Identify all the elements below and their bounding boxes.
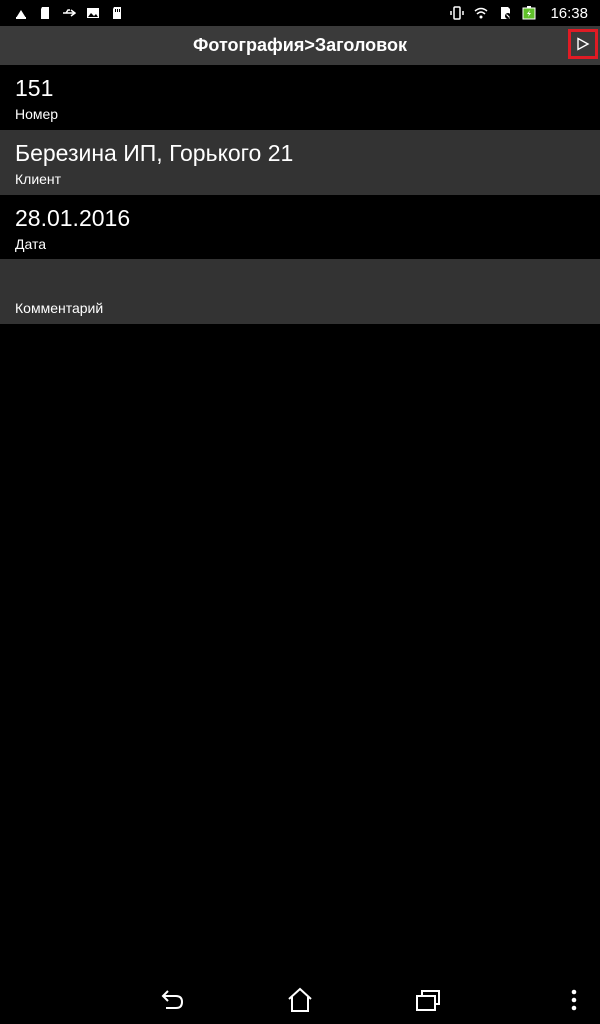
usb-icon	[62, 6, 76, 20]
sd-storage-icon	[110, 6, 124, 20]
back-icon	[161, 990, 184, 1009]
sd-card-icon	[38, 6, 52, 20]
nav-bar	[0, 976, 600, 1024]
field-client-label: Клиент	[15, 171, 62, 187]
status-time: 16:38	[550, 4, 588, 22]
field-comment[interactable]: Комментарий	[0, 259, 600, 324]
overflow-menu-button[interactable]	[559, 986, 589, 1014]
next-button[interactable]	[568, 29, 598, 59]
screen: 16:38 Фотография>Заголовок 151 Номер Бер…	[0, 0, 600, 1024]
recents-icon	[416, 990, 440, 1011]
field-comment-label: Комментарий	[15, 300, 104, 316]
field-date[interactable]: 28.01.2016 Дата	[0, 195, 600, 260]
field-number-value: 151	[15, 75, 54, 101]
page-title: Фотография>Заголовок	[193, 35, 407, 55]
field-client[interactable]: Березина ИП, Горького 21 Клиент	[0, 130, 600, 195]
status-right-icons: 16:38	[450, 0, 588, 26]
status-left-icons	[0, 6, 124, 20]
vibrate-icon	[450, 6, 465, 20]
no-sim-icon	[498, 6, 512, 20]
image-icon	[86, 6, 100, 20]
field-date-label: Дата	[15, 236, 47, 252]
battery-charging-icon	[522, 6, 536, 20]
upload-icon	[14, 6, 28, 20]
field-date-value: 28.01.2016	[15, 205, 131, 231]
back-button[interactable]	[157, 986, 187, 1014]
field-number-label: Номер	[15, 106, 59, 122]
field-number[interactable]: 151 Номер	[0, 65, 600, 130]
play-outline-icon	[577, 37, 590, 51]
status-bar: 16:38	[0, 0, 600, 26]
app-header: Фотография>Заголовок	[0, 26, 600, 65]
field-client-value: Березина ИП, Горького 21	[15, 140, 294, 166]
recents-button[interactable]	[413, 986, 443, 1014]
home-button[interactable]	[285, 986, 315, 1014]
home-icon	[288, 987, 312, 1012]
menu-icon	[571, 989, 577, 1011]
wifi-icon	[474, 6, 488, 20]
